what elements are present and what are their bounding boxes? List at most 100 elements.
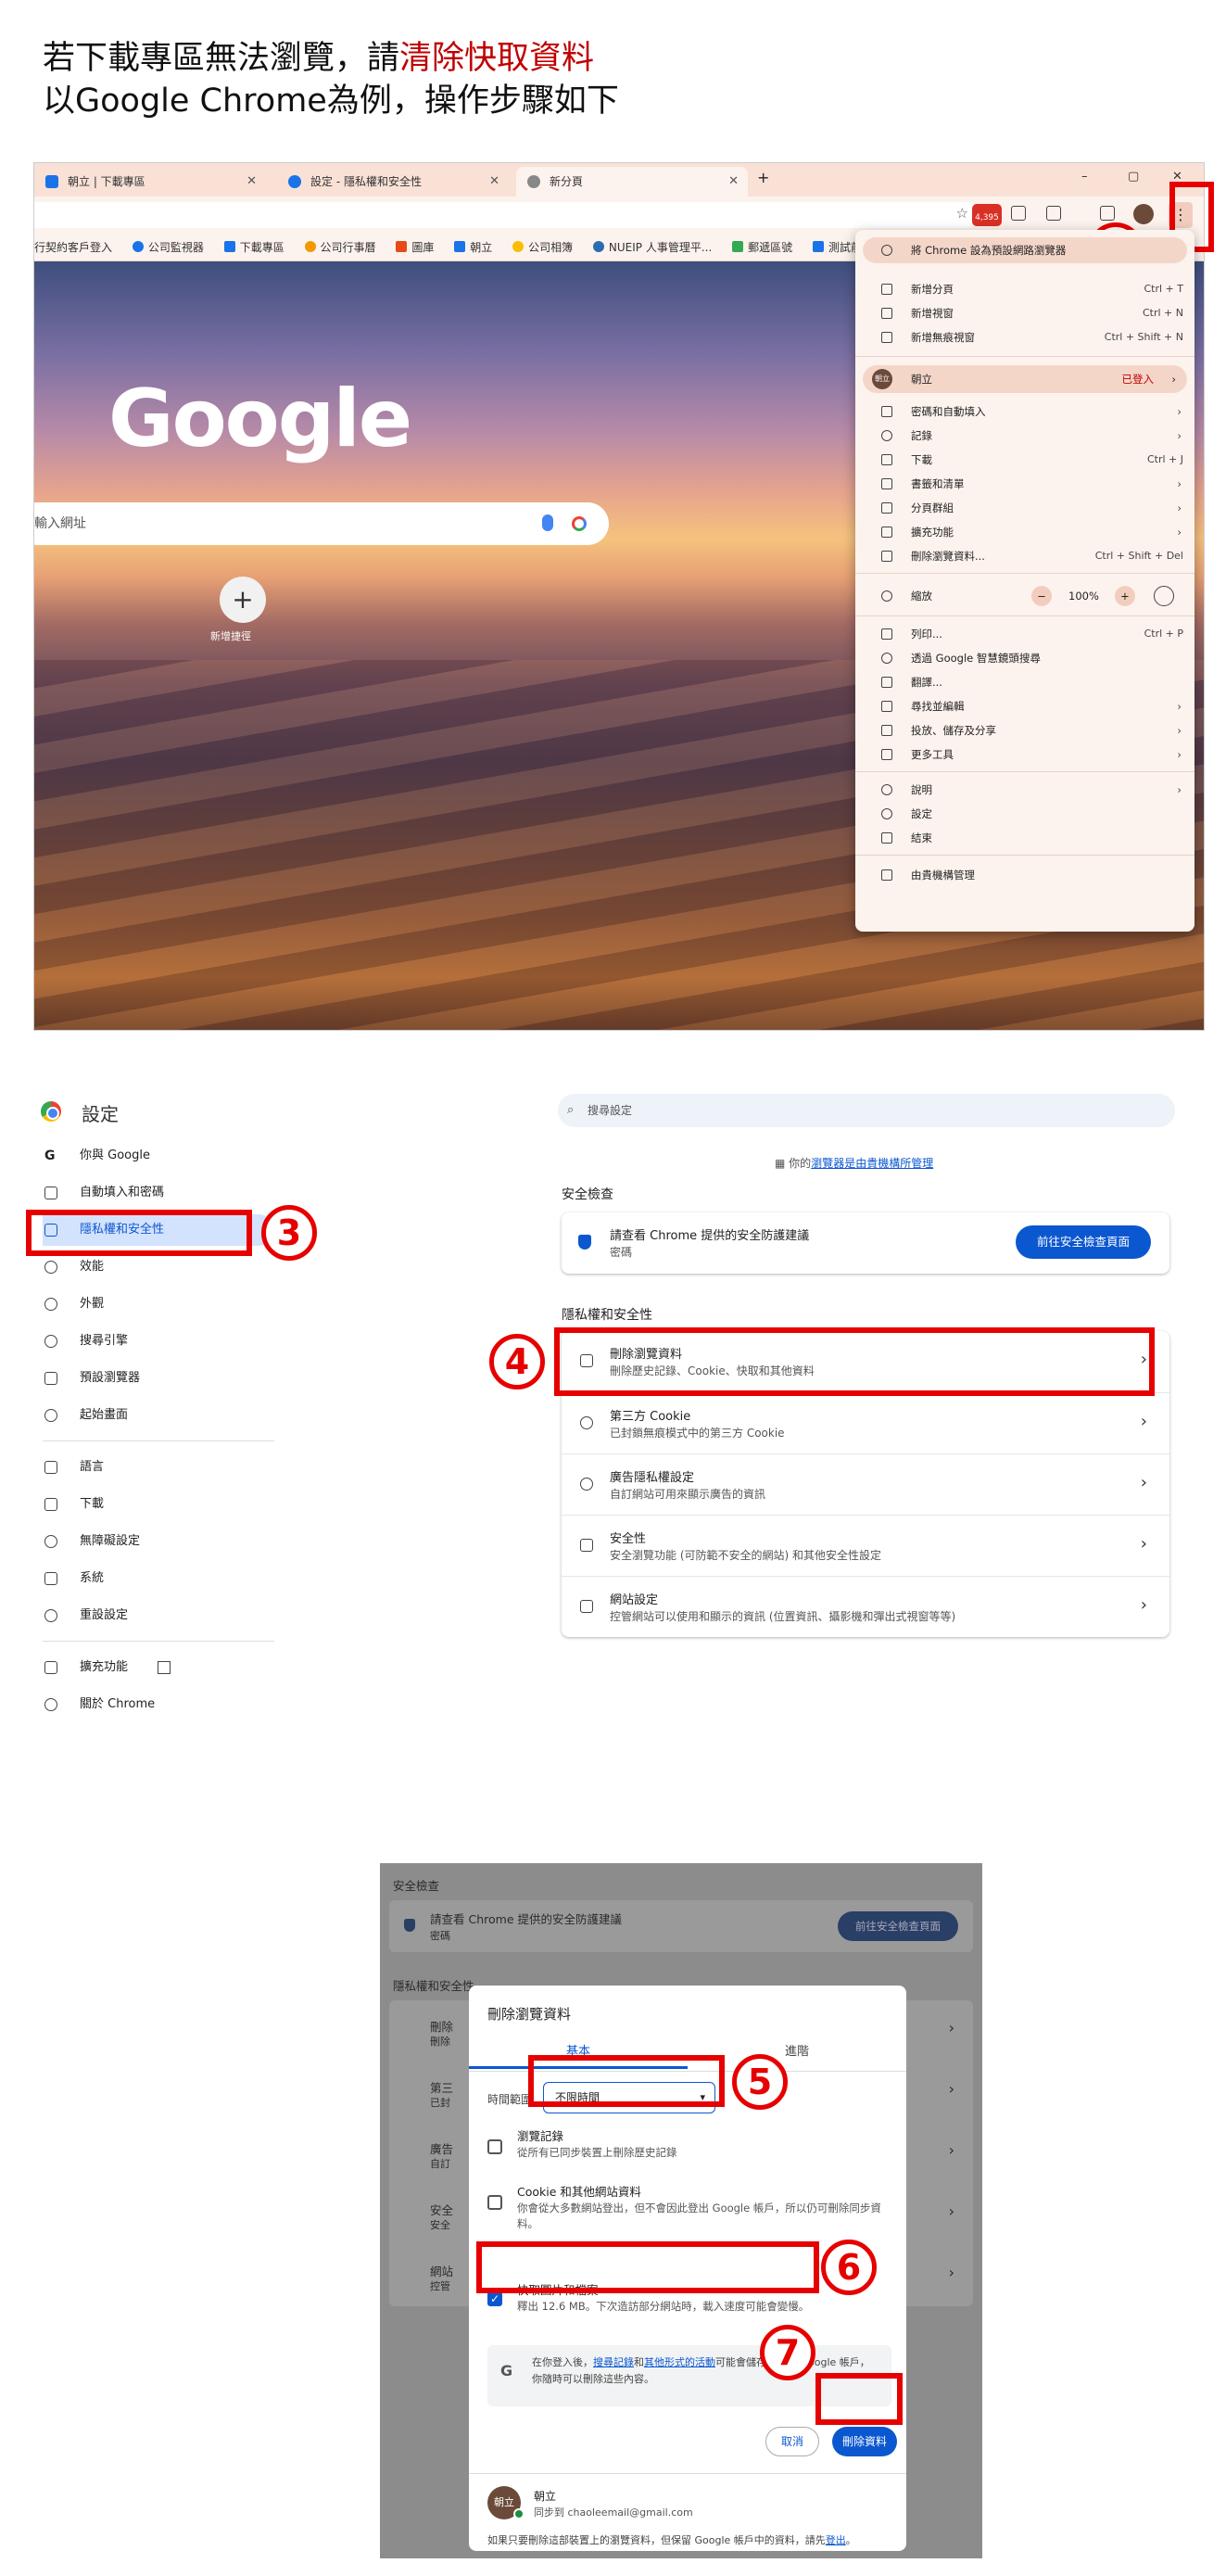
address-bar[interactable]: ☆ <box>34 202 980 228</box>
row-site-settings[interactable]: 網站設定 控管網站可以使用和顯示的資訊 (位置資訊、攝影機和彈出式視窗等等) › <box>562 1576 1169 1637</box>
chrome-menu: 將 Chrome 設為預設網路瀏覽器 新增分頁 Ctrl + T 新增視窗 Ctrl… <box>855 230 1194 932</box>
bookmark-item[interactable]: 朝立 <box>454 234 492 261</box>
tab-bar: 朝立 | 下載專區 ✕ 設定 - 隱私權和安全性 ✕ 新分頁 ✕ + – ▢ ✕ <box>34 163 1204 197</box>
sidebar-item-on-startup[interactable]: 起始畫面 <box>43 1400 274 1431</box>
google-lens-icon[interactable] <box>572 516 587 531</box>
menu-more-tools[interactable]: 更多工具 › <box>855 743 1194 766</box>
bookmark-item[interactable]: 下載專區 <box>223 234 284 261</box>
add-shortcut-button[interactable]: + <box>220 577 266 623</box>
sidebar-item-search-engine[interactable]: 搜尋引擎 <box>43 1326 274 1357</box>
menu-new-window[interactable]: 新增視窗 Ctrl + N <box>855 302 1194 324</box>
managed-link[interactable]: 瀏覽器是由貴機構所管理 <box>811 1157 933 1170</box>
menu-passwords[interactable]: 密碼和自動填入 › <box>855 400 1194 423</box>
star-icon <box>881 478 892 489</box>
tab-search-icon[interactable] <box>1011 206 1026 221</box>
sidebar-item-performance[interactable]: 效能 <box>43 1251 274 1283</box>
close-icon[interactable]: ✕ <box>489 167 499 197</box>
checkbox-browsing-history[interactable] <box>487 2139 502 2154</box>
menu-extensions[interactable]: 擴充功能 › <box>855 521 1194 543</box>
chevron-right-icon: › <box>1140 1412 1147 1431</box>
menu-translate[interactable]: 翻譯... <box>855 671 1194 693</box>
sidebar-item-downloads[interactable]: 下載 <box>43 1489 274 1520</box>
extensions-icon[interactable] <box>1046 206 1061 221</box>
dialog-footer: 如果只要刪除這部裝置上的瀏覽資料，但保留 Google 帳戶中的資料，請先登出。 <box>487 2534 856 2546</box>
sidebar-item-extensions[interactable]: 擴充功能 <box>43 1652 274 1683</box>
sidebar-item-about-chrome[interactable]: 關於 Chrome <box>43 1689 274 1720</box>
delete-data-button[interactable]: 刪除資料 <box>832 2427 897 2456</box>
bookmark-item[interactable]: 公司監視器 <box>132 234 204 261</box>
bookmark-item[interactable]: 公司行事曆 <box>304 234 376 261</box>
step-7-marker: 7 <box>760 2325 815 2380</box>
sidebar-item-accessibility[interactable]: 無障礙設定 <box>43 1526 274 1557</box>
tab-new-tab[interactable]: 新分頁 ✕ <box>516 167 748 197</box>
bookmark-item[interactable]: 圖庫 <box>396 234 434 261</box>
menu-cast-save-share[interactable]: 投放、儲存及分享 › <box>855 719 1194 742</box>
checkbox-cached-images[interactable]: ✓ <box>487 2291 502 2306</box>
sidebar-item-reset[interactable]: 重設設定 <box>43 1600 274 1631</box>
building-icon: ▦ <box>775 1157 786 1170</box>
speedometer-icon <box>44 1261 57 1274</box>
menu-settings[interactable]: 設定 <box>855 803 1194 825</box>
menu-bookmarks[interactable]: 書籤和清單 › <box>855 473 1194 495</box>
menu-help[interactable]: 說明 › <box>855 779 1194 801</box>
menu-downloads[interactable]: 下載 Ctrl + J <box>855 449 1194 471</box>
new-tab-button[interactable]: + <box>757 169 769 186</box>
safety-check-button[interactable]: 前往安全檢查頁面 <box>1016 1225 1151 1259</box>
menu-exit[interactable]: 結束 <box>855 827 1194 849</box>
menu-profile[interactable]: 朝立 朝立 已登入 › <box>863 365 1187 393</box>
bookmark-item[interactable]: 行契約客戶登入 <box>34 234 112 261</box>
translate-icon <box>44 1461 57 1474</box>
star-icon[interactable]: ☆ <box>956 205 968 222</box>
wrench-icon <box>44 1572 57 1585</box>
menu-find-edit[interactable]: 尋找並編輯 › <box>855 695 1194 717</box>
row-ad-privacy[interactable]: 廣告隱私權設定 自訂網站可用來顯示廣告的資訊 › <box>562 1453 1169 1515</box>
menu-set-default-browser[interactable]: 將 Chrome 設為預設網路瀏覽器 <box>863 237 1187 263</box>
bookmark-item[interactable]: 公司相簿 <box>512 234 573 261</box>
sign-out-link[interactable]: 登出 <box>826 2534 846 2546</box>
profile-avatar[interactable] <box>1133 204 1154 224</box>
puzzle-icon <box>881 527 892 538</box>
menu-new-incognito[interactable]: 新增無痕視窗 Ctrl + Shift + N <box>855 326 1194 349</box>
sidebar-item-languages[interactable]: 語言 <box>43 1452 274 1483</box>
menu-tab-groups[interactable]: 分頁群組 › <box>855 497 1194 519</box>
sidebar-item-appearance[interactable]: 外觀 <box>43 1288 274 1320</box>
bookmark-item[interactable]: NUEIP 人事管理平... <box>592 234 712 261</box>
row-third-party-cookies[interactable]: 第三方 Cookie 已封鎖無痕模式中的第三方 Cookie › <box>562 1392 1169 1453</box>
search-history-link[interactable]: 搜尋記錄 <box>593 2356 634 2368</box>
sidebar-item-you-and-google[interactable]: G 你與 Google <box>43 1140 274 1172</box>
find-icon <box>881 701 892 712</box>
cancel-button[interactable]: 取消 <box>765 2427 819 2456</box>
close-icon[interactable]: ✕ <box>728 167 739 197</box>
menu-new-tab[interactable]: 新增分頁 Ctrl + T <box>855 278 1194 300</box>
menu-print[interactable]: 列印... Ctrl + P <box>855 623 1194 645</box>
zoom-out-button[interactable]: − <box>1031 586 1052 606</box>
bookmark-item[interactable]: 郵遞區號 <box>732 234 792 261</box>
shield-icon <box>578 1235 591 1250</box>
extension-badge[interactable]: 4,395 <box>972 204 1002 226</box>
other-activity-link[interactable]: 其他形式的活動 <box>644 2356 715 2368</box>
menu-managed[interactable]: 由貴機構管理 <box>855 864 1194 886</box>
checkbox-cookies[interactable] <box>487 2195 502 2210</box>
microphone-icon[interactable] <box>542 514 553 531</box>
menu-clear-browsing-data[interactable]: 刪除瀏覽資料... Ctrl + Shift + Del <box>855 545 1194 567</box>
minimize-button[interactable]: – <box>1081 170 1088 184</box>
maximize-button[interactable]: ▢ <box>1128 170 1139 184</box>
zoom-in-button[interactable]: + <box>1115 586 1135 606</box>
fullscreen-icon[interactable] <box>1154 586 1174 606</box>
reading-list-icon[interactable] <box>1100 206 1115 221</box>
tab-settings[interactable]: 設定 - 隱私權和安全性 ✕ <box>277 167 509 197</box>
menu-google-lens[interactable]: 透過 Google 智慧鏡頭搜尋 <box>855 647 1194 669</box>
sidebar-item-autofill[interactable]: 自動填入和密碼 <box>43 1177 274 1209</box>
sidebar-item-default-browser[interactable]: 預設瀏覽器 <box>43 1363 274 1394</box>
google-search-box[interactable]: 輸入網址 <box>34 502 609 545</box>
settings-search-input[interactable]: ⌕ 搜尋設定 <box>558 1094 1175 1127</box>
browser-icon <box>44 1372 57 1385</box>
sync-badge-icon <box>513 2508 525 2519</box>
menu-history[interactable]: 記錄 › <box>855 425 1194 447</box>
close-icon[interactable]: ✕ <box>246 167 257 197</box>
row-security[interactable]: 安全性 安全瀏覽功能 (可防範不安全的網站) 和其他安全性設定 › <box>562 1515 1169 1576</box>
new-tab-icon <box>881 284 892 295</box>
sidebar-item-system[interactable]: 系統 <box>43 1563 274 1594</box>
tab-download-area[interactable]: 朝立 | 下載專區 ✕ <box>34 167 266 197</box>
step4-highlight <box>554 1327 1155 1396</box>
